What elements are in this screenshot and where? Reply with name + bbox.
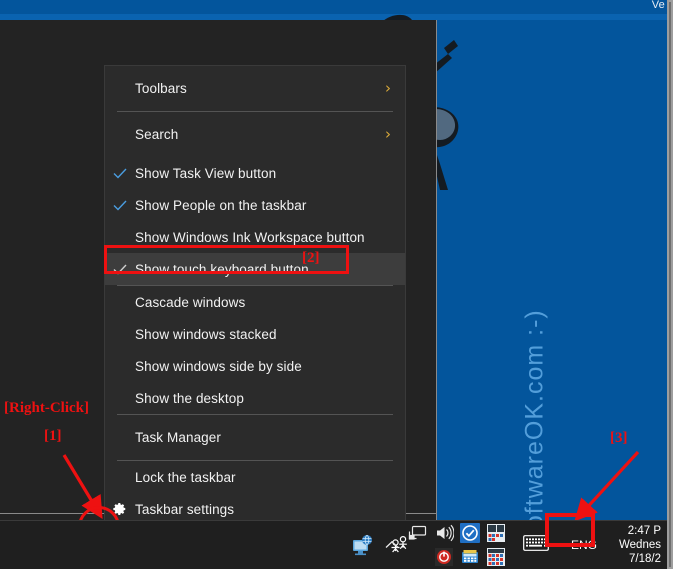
watermark-container: www.SoftwareOK.com :-) <box>417 120 549 569</box>
taskbar-context-menu[interactable]: Toolbars › Search › Show Task View butto… <box>105 66 405 521</box>
annotation-step-1: [1] <box>44 428 62 444</box>
calculator-icon[interactable] <box>457 544 483 569</box>
touch-keyboard-button[interactable] <box>514 532 557 558</box>
menu-item-show-touch-keyboard-button[interactable]: Show touch keyboard button <box>105 253 405 285</box>
menu-item-show-task-view-button[interactable]: Show Task View button <box>105 157 405 189</box>
clock[interactable]: 2:47 P Wednes 7/18/2 <box>605 524 663 566</box>
checkmark-icon <box>105 200 135 211</box>
checkmark-icon <box>105 264 135 275</box>
menu-item-show-windows-side-by-side[interactable]: Show windows side by side <box>105 350 405 382</box>
language-indicator[interactable]: ENG <box>563 538 605 552</box>
network-globe-icon[interactable] <box>350 532 376 558</box>
menu-item-label: Toolbars <box>135 81 187 96</box>
screen-edge-inner <box>669 2 671 567</box>
menu-item-show-windows-ink-workspace-button[interactable]: Show Windows Ink Workspace button <box>105 221 405 253</box>
corner-partial-text: Ve <box>651 0 665 11</box>
security-shield-icon[interactable] <box>457 520 483 546</box>
annotation-step-2: [2] <box>302 250 320 266</box>
menu-item-label: Show touch keyboard button <box>135 261 309 277</box>
menu-item-label: Taskbar settings <box>135 501 235 517</box>
app-tile-icon[interactable] <box>483 520 509 546</box>
taskbar[interactable]: ENG 2:47 P Wednes 7/18/2 <box>0 520 667 569</box>
keyboard-icon <box>523 534 549 556</box>
annotation-step-3: [3] <box>610 430 628 446</box>
menu-item-lock-the-taskbar[interactable]: Lock the taskbar <box>105 461 405 493</box>
chevron-right-icon: › <box>385 79 391 97</box>
checkmark-icon <box>105 168 135 179</box>
menu-item-search[interactable]: Search › <box>105 112 405 157</box>
volume-icon[interactable] <box>431 520 457 546</box>
menu-item-show-windows-stacked[interactable]: Show windows stacked <box>105 318 405 350</box>
tray-chevron-up-icon[interactable] <box>379 521 405 569</box>
desktop: www.SoftwareOK.com :-) Toolbars › Search… <box>0 0 673 569</box>
clock-day: Wednes <box>619 539 661 551</box>
menu-item-label: Search <box>135 127 179 142</box>
menu-item-task-manager[interactable]: Task Manager <box>105 415 405 460</box>
chevron-right-icon: › <box>385 125 391 143</box>
menu-item-toolbars[interactable]: Toolbars › <box>105 66 405 111</box>
menu-item-label: Cascade windows <box>135 294 246 310</box>
tray-icon-grid <box>405 521 509 569</box>
network-monitor-icon[interactable] <box>405 520 431 546</box>
menu-item-label: Show Task View button <box>135 165 277 181</box>
grid-app-icon[interactable] <box>483 544 509 569</box>
menu-item-show-the-desktop[interactable]: Show the desktop <box>105 382 405 414</box>
menu-item-label: Task Manager <box>135 430 221 445</box>
menu-item-label: Lock the taskbar <box>135 469 236 485</box>
menu-item-label: Show windows side by side <box>135 358 302 374</box>
clock-date: 7/18/2 <box>629 553 661 565</box>
menu-item-show-people-on-the-taskbar[interactable]: Show People on the taskbar <box>105 189 405 221</box>
menu-item-label: Show the desktop <box>135 390 244 406</box>
menu-item-label: Show Windows Ink Workspace button <box>135 229 365 245</box>
power-icon[interactable] <box>431 544 457 569</box>
clock-time: 2:47 P <box>627 525 661 537</box>
annotation-right-click-label: [Right-Click] <box>4 400 89 416</box>
menu-item-cascade-windows[interactable]: Cascade windows <box>105 286 405 318</box>
system-tray[interactable]: ENG 2:47 P Wednes 7/18/2 <box>379 521 663 569</box>
menu-item-label: Show People on the taskbar <box>135 197 307 213</box>
menu-item-label: Show windows stacked <box>135 326 277 342</box>
